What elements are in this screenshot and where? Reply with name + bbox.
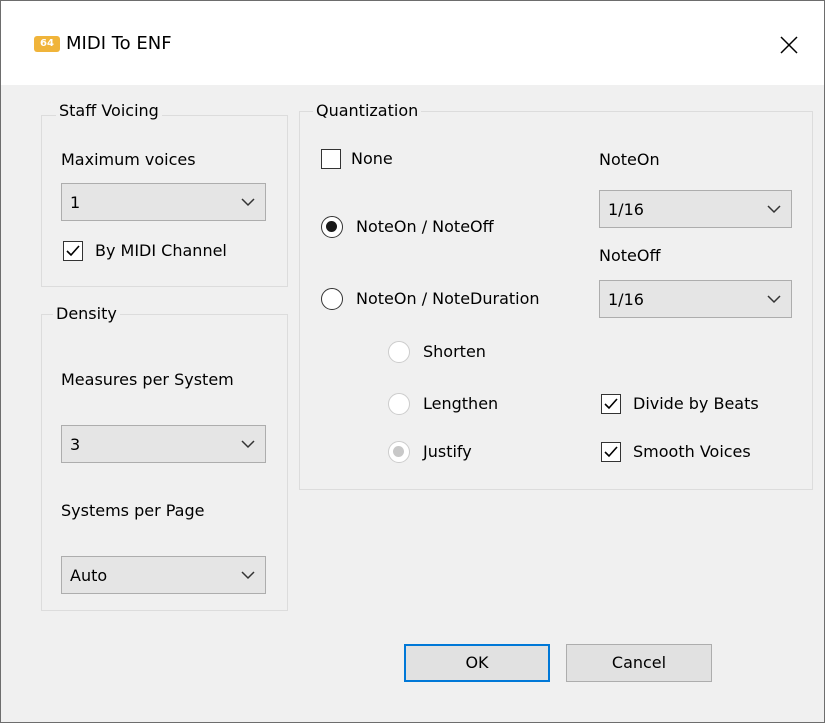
shorten-radio[interactable] [388,341,410,363]
cancel-button[interactable]: Cancel [566,644,712,682]
ok-button[interactable]: OK [404,644,550,682]
justify-radio[interactable] [388,441,410,463]
noteon-value: 1/16 [608,200,644,219]
chevron-down-icon [241,198,255,207]
lengthen-radio[interactable] [388,393,410,415]
title-bar: 64 MIDI To ENF [1,1,824,85]
window-title: MIDI To ENF [66,33,172,54]
divide-by-beats-label: Divide by Beats [633,394,759,413]
staff-voicing-label: Staff Voicing [56,101,162,121]
justify-label: Justify [423,442,472,461]
noteon-noteoff-label: NoteOn / NoteOff [356,217,494,236]
noteon-label: NoteOn [599,150,660,169]
radio-selected-dot [326,221,337,232]
smooth-voices-label: Smooth Voices [633,442,751,461]
divide-by-beats-checkbox[interactable] [601,394,621,414]
max-voices-value: 1 [70,193,81,212]
checkmark-icon [66,245,80,257]
noteoff-select[interactable]: 1/16 [599,280,792,318]
midi-to-enf-dialog: 64 MIDI To ENF Staff Voicing Maximum voi… [0,0,825,723]
noteon-noteoff-radio[interactable] [321,216,343,238]
by-midi-channel-label: By MIDI Channel [95,241,227,260]
noteon-select[interactable]: 1/16 [599,190,792,228]
noteoff-value: 1/16 [608,290,644,309]
radio-selected-dot [393,446,404,457]
checkmark-icon [604,446,618,458]
density-label: Density [53,304,120,324]
close-icon [780,36,798,54]
systems-per-page-value: Auto [70,566,108,585]
chevron-down-icon [767,295,781,304]
measures-per-system-label: Measures per System [61,370,234,389]
systems-per-page-select[interactable]: Auto [61,556,266,594]
close-button[interactable] [766,23,812,67]
chevron-down-icon [241,571,255,580]
shorten-label: Shorten [423,342,486,361]
chevron-down-icon [767,205,781,214]
chevron-down-icon [241,440,255,449]
max-voices-select[interactable]: 1 [61,183,266,221]
noteon-noteduration-label: NoteOn / NoteDuration [356,289,540,308]
noteon-noteduration-radio[interactable] [321,288,343,310]
none-checkbox[interactable] [321,149,341,169]
by-midi-channel-checkbox[interactable] [63,241,83,261]
noteoff-label: NoteOff [599,246,661,265]
checkmark-icon [604,398,618,410]
lengthen-label: Lengthen [423,394,499,413]
smooth-voices-checkbox[interactable] [601,442,621,462]
max-voices-label: Maximum voices [61,150,196,169]
none-label: None [351,149,393,168]
systems-per-page-label: Systems per Page [61,501,205,520]
quantization-label: Quantization [313,101,422,121]
measures-per-system-select[interactable]: 3 [61,425,266,463]
measures-per-system-value: 3 [70,435,81,454]
app-icon: 64 [34,36,60,52]
